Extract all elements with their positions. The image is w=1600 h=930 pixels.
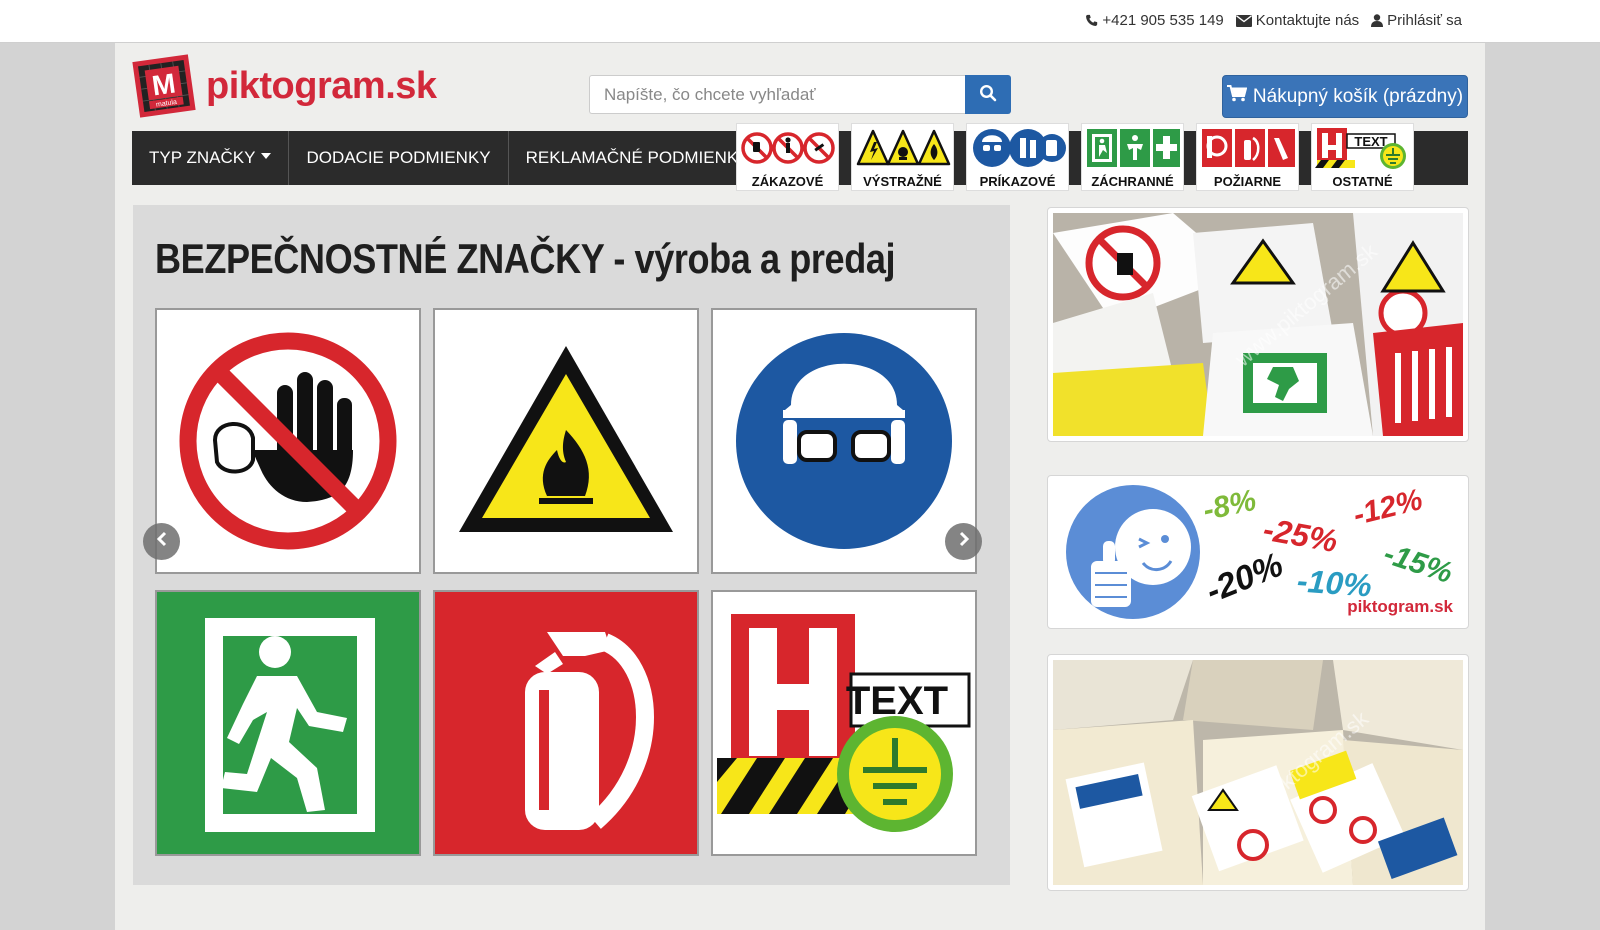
contact-link[interactable]: Kontaktujte nás [1235,12,1360,29]
category-rescue[interactable]: ZÁCHRANNÉ [1081,123,1184,191]
flammable-warning-icon [459,346,673,532]
category-warning[interactable]: VÝSTRAŽNÉ [851,123,954,191]
nav-item-label: TYP ZNAČKY [149,148,256,167]
chevron-left-icon [155,531,169,552]
category-label: VÝSTRAŽNÉ [863,174,942,189]
login-label: Prihlásiť sa [1387,12,1462,29]
signs-photo: www.piktogram.sk [1053,213,1463,436]
category-label: OSTATNÉ [1332,174,1393,189]
carousel-next-button[interactable] [945,523,982,560]
carousel-headline: BEZPEČNOSTNÉ ZNAČKY - výroba a predaj [155,235,896,282]
warning-signs-icon [856,129,951,166]
search-input[interactable] [589,75,965,114]
carousel-prev-button[interactable] [143,523,180,560]
top-bar: +421 905 535 149 Kontaktujte nás Prihlás… [0,0,1600,43]
logo-mark-letter: M [150,68,177,102]
prohibition-signs-icon [741,132,835,164]
main-panel: M matula piktogram.sk Nákupný košík (prá… [115,43,1485,930]
category-label: PRÍKAZOVÉ [979,174,1056,189]
no-entry-hand-icon [179,332,397,550]
nav-item-label: DODACIE PODMIENKY [306,148,491,167]
login-link[interactable]: Prihlásiť sa [1371,12,1462,29]
phone-number: +421 905 535 149 [1102,12,1224,29]
safety-helmet-icon [736,333,952,549]
envelope-icon [1235,14,1252,27]
category-other[interactable]: TEXT OSTATNÉ [1311,123,1414,191]
hydrant-ground-icon: TEXT [717,614,971,832]
cart-label: Nákupný košík (prázdny) [1252,85,1464,107]
nav-item-delivery-terms[interactable]: DODACIE PODMIENKY [289,131,509,185]
shopping-cart-icon [1226,85,1248,108]
carousel-tile-fire [433,590,699,856]
discounts-banner: -8% -25% -12% -20% -10% -15% piktogram.s… [1053,481,1463,623]
hero-carousel[interactable]: BEZPEČNOSTNÉ ZNAČKY - výroba a predaj TE… [133,205,1010,885]
carousel-tile-prohibition [155,308,421,574]
rescue-signs-icon [1087,129,1180,167]
phone-icon [1085,14,1098,27]
category-label: ZÁCHRANNÉ [1091,174,1174,189]
chevron-right-icon [957,531,971,552]
fire-signs-icon [1202,129,1295,167]
site-logo[interactable]: M matula piktogram.sk [132,53,442,119]
cart-button[interactable]: Nákupný košík (prázdny) [1222,75,1468,118]
caret-down-icon [261,153,272,159]
nav-item-label: REKLAMAČNÉ PODMIENKY [525,148,750,167]
carousel-tile-other: TEXT [711,590,977,856]
logo-mark: M matula [132,54,196,118]
top-links: +421 905 535 149 Kontaktujte nás Prihlás… [1085,12,1462,29]
category-icons: ZÁKAZOVÉ VÝSTRAŽNÉ PRÍKAZOVÉ ZÁCHRANNÉ P… [736,123,1414,191]
other-sign-text: TEXT [1354,134,1387,149]
nav-item-complaint-terms[interactable]: REKLAMAČNÉ PODMIENKY [509,131,768,185]
mandatory-signs-icon [973,129,1066,167]
carousel-tile-warning [433,308,699,574]
phone-link[interactable]: +421 905 535 149 [1085,12,1224,29]
warehouse-photo: www.piktogram.sk [1053,660,1463,885]
category-prohibition[interactable]: ZÁKAZOVÉ [736,123,839,191]
user-icon [1371,14,1384,27]
category-label: ZÁKAZOVÉ [751,174,824,189]
contact-label: Kontaktujte nás [1255,12,1360,29]
search-icon [979,84,997,105]
carousel-tile-exit [155,590,421,856]
other-signs-icon: TEXT [1315,128,1406,169]
side-banner-discounts[interactable]: -8% -25% -12% -20% -10% -15% piktogram.s… [1047,475,1469,629]
search-button[interactable] [965,75,1011,114]
search-bar [589,75,1015,114]
side-banner-signs-photo[interactable]: www.piktogram.sk [1047,207,1469,442]
nav-item-sign-type[interactable]: TYP ZNAČKY [132,131,290,185]
emergency-exit-icon [157,592,419,854]
category-mandatory[interactable]: PRÍKAZOVÉ [966,123,1069,191]
side-banner-warehouse-photo[interactable]: www.piktogram.sk [1047,654,1469,891]
logo-text: piktogram.sk [206,64,437,107]
category-label: POŽIARNE [1213,174,1282,189]
fire-extinguisher-icon [435,592,697,854]
carousel-tile-mandatory [711,308,977,574]
discount-brand: piktogram.sk [1347,597,1453,616]
category-fire[interactable]: POŽIARNE [1196,123,1299,191]
